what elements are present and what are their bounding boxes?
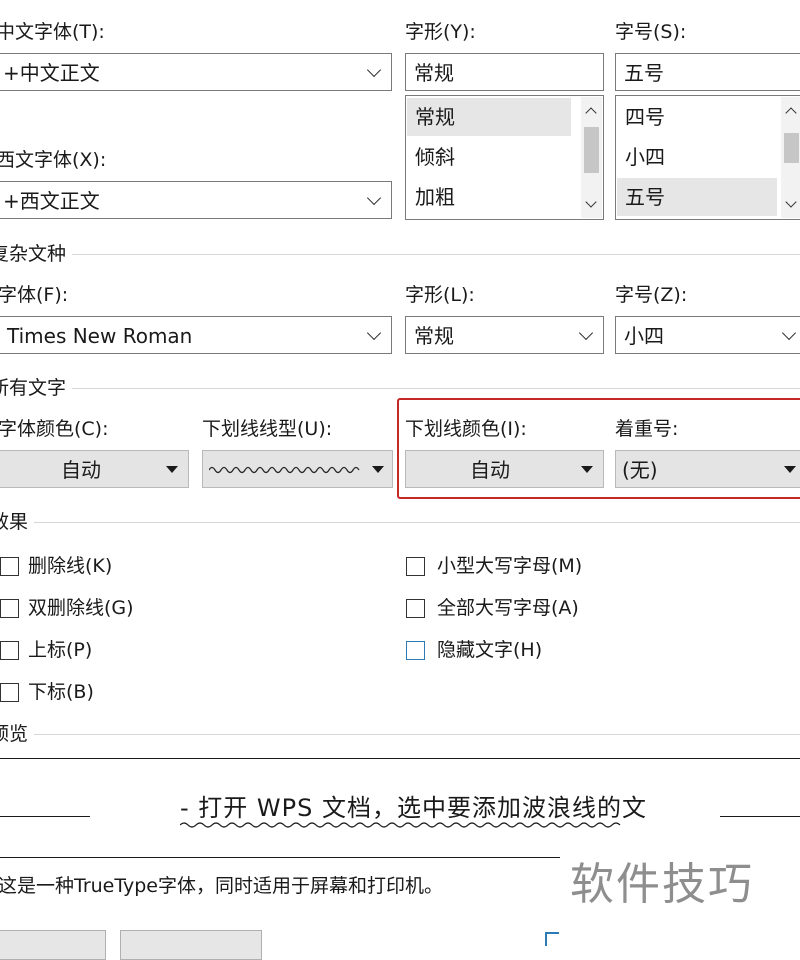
style-listbox[interactable]: 常规 倾斜 加粗 bbox=[405, 95, 604, 220]
subscript-checkbox[interactable] bbox=[0, 683, 19, 702]
size-scrollbar[interactable] bbox=[781, 97, 800, 218]
underline-color-value: 自动 bbox=[470, 458, 510, 482]
dropdown-arrow-icon bbox=[166, 466, 178, 473]
complex-style-label: 字形(L): bbox=[405, 284, 475, 306]
complex-size-combo[interactable]: 小四 bbox=[615, 316, 800, 354]
subscript-label: 下标(B) bbox=[28, 681, 94, 703]
chinese-font-label: 中文字体(T): bbox=[0, 21, 105, 43]
small-caps-label: 小型大写字母(M) bbox=[437, 555, 583, 577]
double-strikethrough-checkbox[interactable] bbox=[0, 599, 19, 618]
underline-color-label: 下划线颜色(I): bbox=[405, 418, 527, 440]
complex-font-label: 字体(F): bbox=[0, 284, 69, 306]
underline-type-label: 下划线线型(U): bbox=[202, 418, 333, 440]
preview-sample-text: - 打开 WPS 文档，选中要添加波浪线的文 bbox=[180, 794, 647, 822]
style-option-italic[interactable]: 倾斜 bbox=[407, 138, 571, 176]
wavy-line-icon bbox=[209, 466, 360, 474]
superscript-checkbox[interactable] bbox=[0, 641, 19, 660]
complex-font-combo[interactable]: Times New Roman bbox=[0, 316, 392, 354]
complex-style-value: 常规 bbox=[414, 324, 454, 348]
style-label: 字形(Y): bbox=[405, 21, 476, 43]
scroll-down-icon[interactable] bbox=[585, 196, 597, 208]
preview-group-label: 预览 bbox=[0, 723, 29, 745]
font-color-dropdown[interactable]: 自动 bbox=[0, 450, 189, 488]
style-input[interactable]: 常规 bbox=[405, 53, 604, 91]
style-input-value: 常规 bbox=[414, 61, 454, 85]
font-color-value: 自动 bbox=[61, 458, 101, 482]
size-label: 字号(S): bbox=[615, 21, 687, 43]
footer-button-left[interactable] bbox=[0, 930, 106, 960]
strikethrough-label: 删除线(K) bbox=[28, 555, 113, 577]
group-divider bbox=[72, 388, 800, 389]
underline-type-dropdown[interactable] bbox=[202, 450, 393, 488]
double-strikethrough-label: 双删除线(G) bbox=[28, 597, 134, 619]
group-divider bbox=[34, 522, 800, 523]
dropdown-arrow-icon bbox=[581, 466, 593, 473]
size-option-small4[interactable]: 小四 bbox=[617, 138, 777, 176]
emphasis-value: (无) bbox=[622, 458, 658, 482]
footer-button-middle[interactable] bbox=[120, 930, 262, 960]
strikethrough-checkbox[interactable] bbox=[0, 557, 19, 576]
chevron-down-icon bbox=[578, 325, 594, 341]
focus-corner-icon bbox=[545, 932, 559, 946]
all-caps-label: 全部大写字母(A) bbox=[437, 597, 579, 619]
complex-group-label: 复杂文种 bbox=[0, 243, 67, 265]
font-type-note: 这是一种TrueType字体，同时适用于屏幕和打印机。 bbox=[0, 875, 443, 897]
dropdown-arrow-icon bbox=[784, 466, 796, 473]
scroll-up-icon[interactable] bbox=[585, 107, 597, 119]
preview-box-bottom-border bbox=[0, 857, 560, 858]
size-option-5[interactable]: 五号 bbox=[617, 178, 777, 216]
effects-group-label: 效果 bbox=[0, 511, 29, 533]
emphasis-dropdown[interactable]: (无) bbox=[615, 450, 800, 488]
all-caps-checkbox[interactable] bbox=[406, 599, 425, 618]
all-text-group-label: 所有文字 bbox=[0, 377, 67, 399]
preview-baseline-left bbox=[0, 816, 90, 817]
chevron-down-icon bbox=[366, 190, 382, 206]
western-font-label: 西文字体(X): bbox=[0, 149, 107, 171]
watermark-text: 软件技巧 bbox=[570, 859, 754, 910]
chevron-down-icon bbox=[781, 325, 797, 341]
style-option-regular[interactable]: 常规 bbox=[407, 98, 571, 136]
scroll-up-icon[interactable] bbox=[785, 107, 797, 119]
chevron-down-icon bbox=[366, 62, 382, 78]
group-divider bbox=[34, 734, 800, 735]
hidden-text-checkbox[interactable] bbox=[406, 641, 425, 660]
complex-size-label: 字号(Z): bbox=[615, 284, 688, 306]
size-input[interactable]: 五号 bbox=[615, 53, 800, 91]
superscript-label: 上标(P) bbox=[28, 639, 93, 661]
preview-wavy-underline bbox=[180, 822, 621, 828]
chinese-font-value: +中文正文 bbox=[3, 61, 100, 85]
size-listbox[interactable]: 四号 小四 五号 bbox=[615, 95, 800, 220]
size-scroll-thumb[interactable] bbox=[784, 133, 799, 163]
size-input-value: 五号 bbox=[624, 61, 664, 85]
group-divider bbox=[72, 254, 800, 255]
style-scrollbar[interactable] bbox=[581, 97, 602, 218]
complex-size-value: 小四 bbox=[624, 324, 664, 348]
emphasis-label: 着重号: bbox=[615, 418, 679, 440]
chinese-font-combo[interactable]: +中文正文 bbox=[0, 53, 392, 91]
dropdown-arrow-icon bbox=[372, 466, 384, 473]
chevron-down-icon bbox=[366, 325, 382, 341]
western-font-combo[interactable]: +西文正文 bbox=[0, 181, 392, 219]
font-color-label: 字体颜色(C): bbox=[0, 418, 109, 440]
complex-style-combo[interactable]: 常规 bbox=[405, 316, 604, 354]
style-option-bold[interactable]: 加粗 bbox=[407, 178, 571, 216]
scroll-down-icon[interactable] bbox=[785, 196, 797, 208]
preview-box-top-border bbox=[0, 758, 800, 759]
small-caps-checkbox[interactable] bbox=[406, 557, 425, 576]
complex-font-value: Times New Roman bbox=[7, 324, 193, 348]
size-option-4[interactable]: 四号 bbox=[617, 98, 777, 136]
western-font-value: +西文正文 bbox=[3, 189, 100, 213]
style-scroll-thumb[interactable] bbox=[584, 127, 599, 173]
preview-baseline-right bbox=[720, 816, 800, 817]
hidden-text-label: 隐藏文字(H) bbox=[437, 639, 543, 661]
underline-color-dropdown[interactable]: 自动 bbox=[405, 450, 604, 488]
